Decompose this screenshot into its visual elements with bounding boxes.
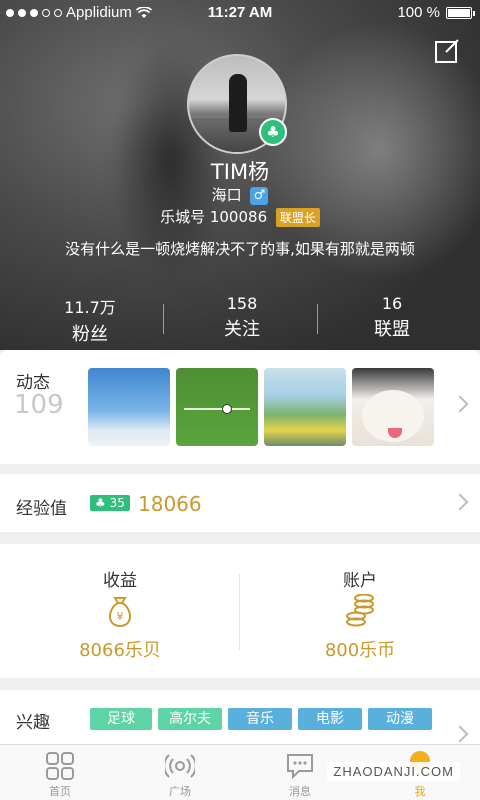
experience-value: 18066 [138, 492, 202, 516]
account-amount: 800乐币 [324, 640, 396, 661]
account-label: 账户 [343, 571, 377, 591]
income-section[interactable]: 收益 ¥ 8066乐贝 [0, 544, 240, 678]
tab-label: 首页 [49, 785, 71, 798]
battery-group: 100 % [397, 4, 475, 21]
stat-value: 11.7万 [64, 298, 116, 317]
battery-percent: 100 % [397, 4, 440, 21]
grid-icon [46, 752, 74, 780]
signature: 没有什么是一顿烧烤解决不了的事,如果有那就是两顿 [65, 240, 415, 258]
club-icon: ♣ [259, 118, 287, 146]
edit-icon[interactable] [434, 38, 460, 64]
id-row: 乐城号 100086 联盟长 [0, 206, 480, 227]
interests-card[interactable]: 兴趣 足球 高尔夫 音乐 电影 动漫 [0, 690, 480, 744]
user-id: 乐城号 100086 [160, 208, 268, 226]
level-badge: ♣ 35 [90, 495, 130, 511]
moments-count: 109 [14, 390, 64, 420]
stat-value: 158 [226, 294, 258, 313]
stat-label: 联盟 [374, 319, 410, 340]
interest-tag[interactable]: 动漫 [368, 708, 432, 730]
income-amount: 8066乐贝 [79, 640, 161, 661]
interest-tag[interactable]: 足球 [90, 708, 152, 730]
interest-tag[interactable]: 高尔夫 [158, 708, 222, 730]
tab-label: 广场 [169, 785, 191, 798]
male-icon: ♂ [250, 186, 269, 205]
tab-square[interactable]: 广场 [132, 745, 228, 800]
field-line [184, 408, 250, 410]
username: TIM杨 [210, 160, 270, 184]
level-value: 35 [109, 496, 125, 510]
stat-label: 关注 [224, 319, 260, 340]
tab-home[interactable]: 首页 [12, 745, 108, 800]
stat-following[interactable]: 158 关注 [162, 294, 322, 341]
stat-value: 16 [381, 294, 403, 313]
chat-icon [287, 754, 313, 780]
chevron-right-icon[interactable] [451, 725, 469, 743]
chevron-right-icon[interactable] [451, 395, 469, 413]
chevron-right-icon[interactable] [451, 493, 469, 511]
stat-fans[interactable]: 11.7万 粉丝 [10, 294, 170, 346]
moment-thumbnail[interactable] [88, 368, 170, 446]
account-section[interactable]: 账户 800乐币 [240, 544, 480, 678]
stats-bar: 11.7万 粉丝 158 关注 16 联盟 [0, 286, 480, 346]
tab-label: 我 [414, 785, 426, 798]
stat-alliance[interactable]: 16 联盟 [312, 294, 472, 341]
moment-thumbnail[interactable] [176, 368, 258, 446]
interests-title: 兴趣 [16, 713, 50, 733]
svg-text:¥: ¥ [117, 610, 124, 623]
interest-tag[interactable]: 电影 [298, 708, 362, 730]
role-badge: 联盟长 [275, 208, 320, 227]
earnings-card: 收益 ¥ 8066乐贝 账户 800乐币 [0, 544, 480, 678]
avatar-person [229, 74, 247, 132]
moment-thumbnail[interactable] [352, 368, 434, 446]
money-bag-icon: ¥ [109, 597, 131, 628]
battery-icon [446, 6, 475, 19]
moments-card[interactable]: 动态 109 [0, 350, 480, 464]
experience-card[interactable]: 经验值 ♣ 35 18066 [0, 474, 480, 532]
profile-header: Applidium 11:27 AM 100 % ♣ TIM杨 海口 ♂ 乐城号… [0, 0, 480, 350]
income-label: 收益 [103, 571, 137, 591]
coins-icon [346, 594, 374, 627]
interest-tag[interactable]: 音乐 [228, 708, 292, 730]
experience-title: 经验值 [16, 499, 67, 519]
moment-thumbnail[interactable] [264, 368, 346, 446]
location-row: 海口 ♂ [0, 184, 480, 205]
tab-label: 消息 [289, 785, 311, 798]
stat-label: 粉丝 [72, 324, 108, 345]
watermark: ZHAODANJI.COM [327, 762, 460, 781]
location-text: 海口 [211, 186, 242, 204]
status-bar: Applidium 11:27 AM 100 % [0, 0, 480, 26]
soccer-ball [222, 404, 232, 414]
broadcast-icon [165, 754, 195, 778]
